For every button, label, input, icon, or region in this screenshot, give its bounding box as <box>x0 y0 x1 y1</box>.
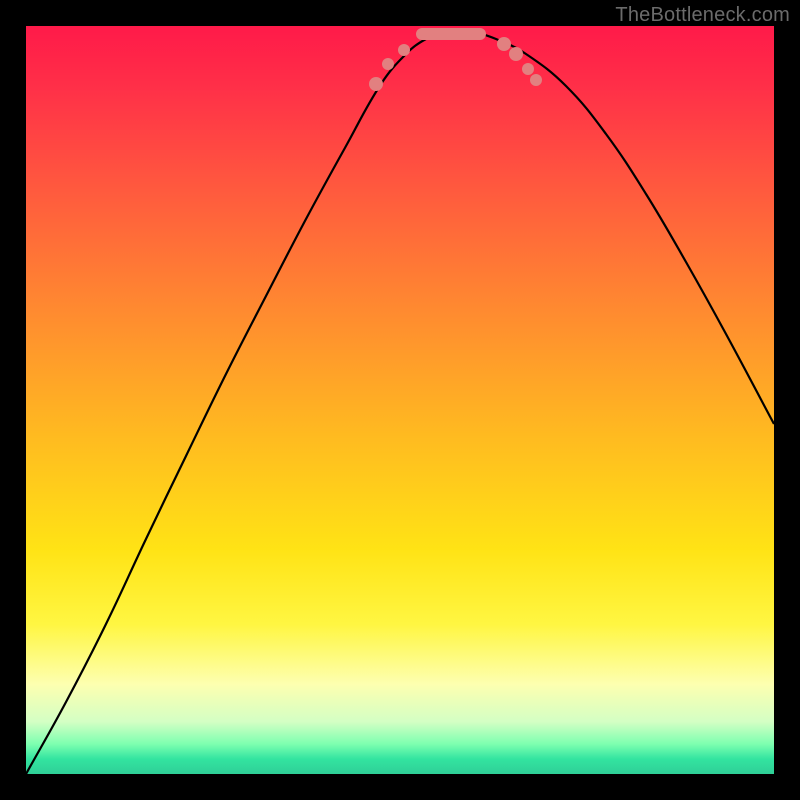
curve-path <box>26 31 774 774</box>
plot-area <box>26 26 774 774</box>
marker-dot <box>398 44 410 56</box>
marker-dot <box>522 63 534 75</box>
bottleneck-curve <box>26 31 774 774</box>
marker-pill <box>416 28 486 40</box>
curve-layer <box>26 26 774 774</box>
marker-cluster-left <box>369 44 410 91</box>
marker-dot <box>497 37 511 51</box>
marker-dot <box>382 58 394 70</box>
marker-bottom-pill <box>416 28 486 40</box>
watermark-text: TheBottleneck.com <box>615 4 790 27</box>
marker-dot <box>509 47 523 61</box>
marker-dot <box>369 77 383 91</box>
chart-frame: TheBottleneck.com <box>0 0 800 800</box>
marker-dot <box>530 74 542 86</box>
